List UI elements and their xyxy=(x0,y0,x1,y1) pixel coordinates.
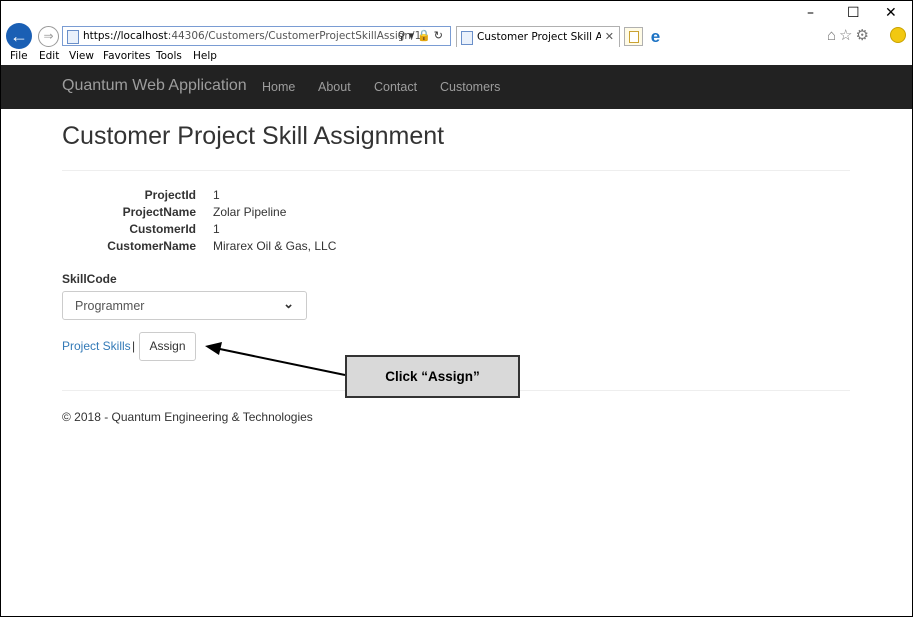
callout-box: Click “Assign” xyxy=(345,355,520,398)
callout-arrow xyxy=(205,342,346,376)
